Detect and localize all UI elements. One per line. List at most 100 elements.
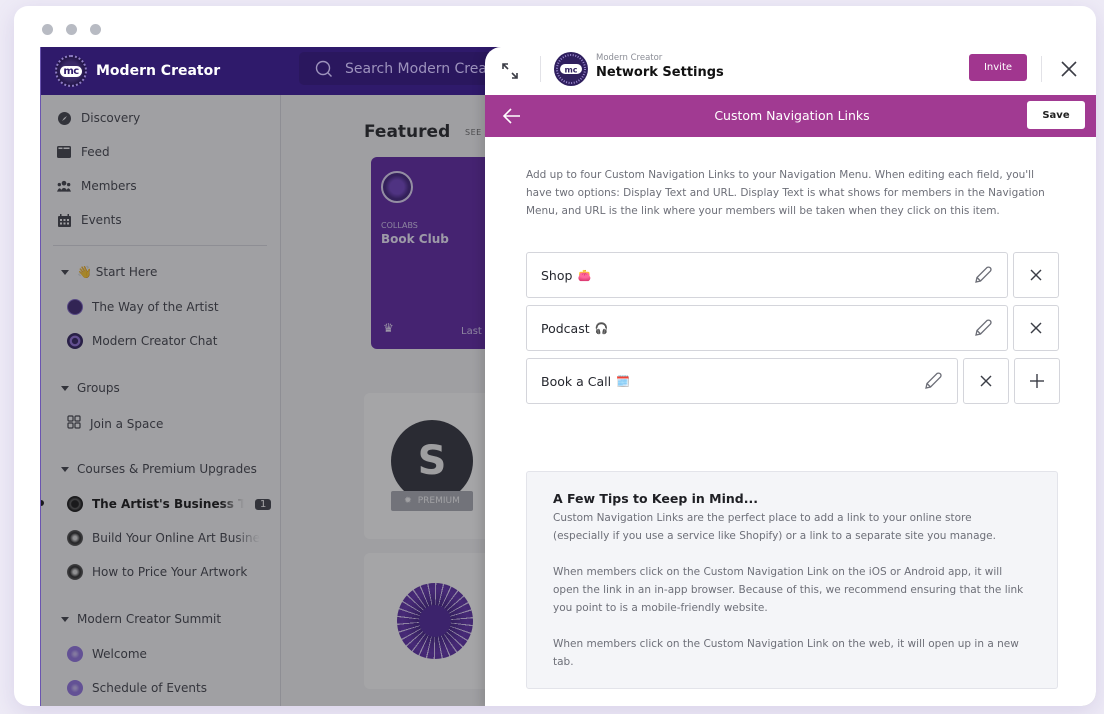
tips-title: A Few Tips to Keep in Mind... bbox=[553, 491, 758, 506]
nav-link-field-shop[interactable]: Shop 👛 bbox=[526, 252, 1008, 298]
remove-link-button[interactable] bbox=[1013, 305, 1059, 351]
nav-link-row: Shop 👛 bbox=[526, 252, 1059, 298]
space-avatar bbox=[67, 496, 83, 512]
sidebar-space-chat[interactable]: Modern Creator Chat bbox=[67, 333, 217, 349]
featured-heading: Featured bbox=[364, 122, 451, 142]
search-placeholder: Search Modern Creator bbox=[345, 60, 507, 77]
link-display-text: Shop bbox=[541, 267, 573, 283]
link-emoji: 👛 bbox=[577, 268, 592, 282]
space-label: Welcome bbox=[92, 647, 147, 661]
network-logo: mc bbox=[554, 52, 588, 86]
sidebar-item-events[interactable]: Events bbox=[57, 213, 122, 227]
expand-icon[interactable] bbox=[501, 62, 519, 80]
section-label: 👋 Start Here bbox=[77, 265, 158, 279]
space-emblem bbox=[381, 171, 413, 203]
premium-badge: ✹ PREMIUM bbox=[391, 491, 473, 511]
badge-icon: ✹ bbox=[404, 496, 412, 506]
space-label: Schedule of Events bbox=[92, 681, 207, 695]
close-icon[interactable] bbox=[1058, 58, 1080, 80]
unread-badge: 1 bbox=[255, 498, 272, 510]
section-label: Courses & Premium Upgrades bbox=[77, 462, 257, 476]
crown-icon: ♛ bbox=[383, 321, 394, 335]
caret-down-icon bbox=[61, 616, 69, 622]
edit-pencil-icon[interactable] bbox=[973, 318, 993, 338]
window-minimize-button[interactable] bbox=[66, 24, 77, 35]
space-label: How to Price Your Artwork bbox=[92, 565, 248, 579]
tips-paragraph: Custom Navigation Links are the perfect … bbox=[553, 512, 996, 542]
space-avatar bbox=[67, 333, 83, 349]
space-avatar bbox=[67, 530, 83, 546]
header-divider bbox=[540, 56, 541, 82]
edit-pencil-icon[interactable] bbox=[973, 265, 993, 285]
link-emoji: 🎧 bbox=[594, 321, 609, 335]
caret-down-icon bbox=[61, 385, 69, 391]
window-close-button[interactable] bbox=[42, 24, 53, 35]
sidebar-item-members[interactable]: Members bbox=[57, 179, 137, 193]
nav-link-field-podcast[interactable]: Podcast 🎧 bbox=[526, 305, 1008, 351]
save-button[interactable]: Save bbox=[1027, 101, 1085, 129]
tips-paragraph: When members click on the Custom Navigat… bbox=[553, 638, 1019, 668]
sidebar-space-price-artwork[interactable]: How to Price Your Artwork bbox=[67, 564, 247, 580]
window-controls bbox=[42, 24, 101, 35]
sidebar-item-discovery[interactable]: Discovery bbox=[57, 111, 140, 125]
nav-link-row: Book a Call 🗓️ bbox=[526, 358, 1060, 404]
sidebar-item-label: Discovery bbox=[81, 111, 141, 125]
sub-header-bar: Custom Navigation Links Save bbox=[485, 95, 1096, 137]
nav-link-field-book-a-call[interactable]: Book a Call 🗓️ bbox=[526, 358, 958, 404]
close-icon bbox=[1030, 269, 1042, 281]
plus-icon bbox=[1030, 374, 1044, 388]
sidebar-space-online-business[interactable]: Build Your Online Art Business bbox=[67, 530, 260, 546]
intro-text: Add up to four Custom Navigation Links t… bbox=[526, 169, 1045, 217]
space-avatar bbox=[67, 299, 83, 315]
card-category: COLLABS bbox=[381, 221, 418, 230]
browser-window: mc Modern Creator Search Modern Creator … bbox=[14, 6, 1096, 706]
brand-name: Modern Creator bbox=[96, 63, 221, 79]
window-maximize-button[interactable] bbox=[90, 24, 101, 35]
panel-header: mc Modern Creator Network Settings Invit… bbox=[485, 47, 1096, 95]
remove-link-button[interactable] bbox=[963, 358, 1009, 404]
section-summit[interactable]: Modern Creator Summit bbox=[61, 612, 221, 626]
space-label: Build Your Online Art Business bbox=[92, 531, 260, 545]
close-icon bbox=[980, 375, 992, 387]
sidebar-space-way-of-artist[interactable]: The Way of the Artist bbox=[67, 299, 219, 315]
sidebar-item-feed[interactable]: Feed bbox=[57, 145, 110, 159]
add-link-button[interactable] bbox=[1014, 358, 1060, 404]
space-avatar bbox=[67, 564, 83, 580]
section-label: Groups bbox=[77, 381, 120, 395]
sidebar-space-schedule[interactable]: Schedule of Events bbox=[67, 680, 207, 696]
members-icon bbox=[57, 179, 71, 193]
edit-pencil-icon[interactable] bbox=[923, 371, 943, 391]
feed-icon bbox=[57, 145, 71, 159]
section-courses[interactable]: Courses & Premium Upgrades bbox=[61, 462, 257, 476]
card-title: Book Club bbox=[381, 232, 449, 246]
search-icon bbox=[315, 60, 332, 77]
sidebar-space-welcome[interactable]: Welcome bbox=[67, 646, 147, 662]
section-groups[interactable]: Groups bbox=[61, 381, 120, 395]
space-avatar bbox=[67, 646, 83, 662]
app: mc Modern Creator Search Modern Creator … bbox=[40, 47, 1096, 706]
space-avatar: S bbox=[391, 420, 473, 502]
calendar-icon bbox=[57, 213, 71, 227]
section-label: Modern Creator Summit bbox=[77, 612, 222, 626]
grid-icon bbox=[67, 415, 81, 432]
tips-box: A Few Tips to Keep in Mind... Custom Nav… bbox=[526, 471, 1058, 689]
brand-logo: mc bbox=[55, 55, 87, 87]
sidebar-join-space[interactable]: Join a Space bbox=[67, 415, 163, 432]
sidebar-space-business-toolkit[interactable]: The Artist's Business Toolkit 1 bbox=[67, 496, 272, 512]
compass-icon bbox=[57, 111, 71, 125]
space-label: The Way of the Artist bbox=[92, 300, 219, 314]
nav-link-row: Podcast 🎧 bbox=[526, 305, 1059, 351]
sidebar-item-label: Feed bbox=[81, 145, 110, 159]
close-icon bbox=[1030, 322, 1042, 334]
tips-paragraph: When members click on the Custom Navigat… bbox=[553, 566, 1024, 614]
sidebar-divider bbox=[53, 245, 267, 246]
space-avatar bbox=[67, 680, 83, 696]
space-label: Modern Creator Chat bbox=[92, 334, 218, 348]
caret-down-icon bbox=[61, 466, 69, 472]
invite-button[interactable]: Invite bbox=[969, 54, 1027, 81]
header-divider bbox=[1041, 56, 1042, 82]
section-start-here[interactable]: 👋 Start Here bbox=[61, 265, 157, 279]
network-settings-panel: mc Modern Creator Network Settings Invit… bbox=[485, 47, 1096, 706]
brand[interactable]: mc Modern Creator bbox=[55, 55, 220, 87]
remove-link-button[interactable] bbox=[1013, 252, 1059, 298]
